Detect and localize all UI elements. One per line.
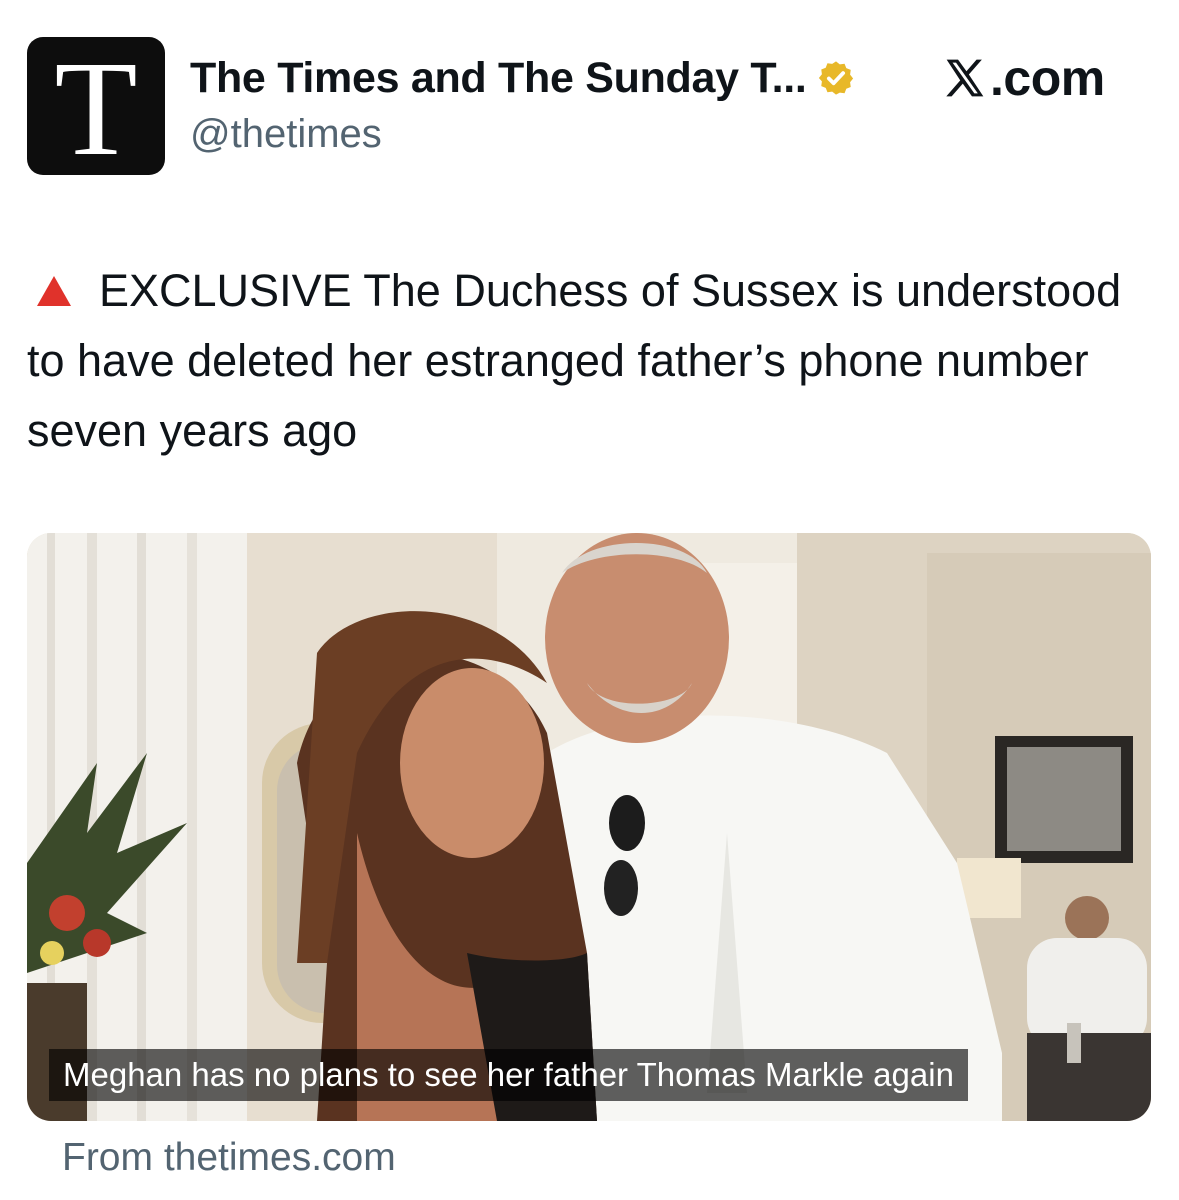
photo-scene <box>27 533 1151 1121</box>
avatar-letter: T <box>54 37 138 175</box>
x-com-label: .com <box>990 50 1105 106</box>
media-caption: Meghan has no plans to see her father Th… <box>49 1049 968 1101</box>
gold-verified-badge-icon <box>818 61 853 95</box>
account-name-row[interactable]: The Times and The Sunday T... <box>190 52 855 104</box>
x-logo-icon <box>946 59 984 97</box>
tweet-text: EXCLUSIVE The Duchess of Sussex is under… <box>27 256 1147 466</box>
account-display-name[interactable]: The Times and The Sunday T... <box>190 54 807 103</box>
link-source[interactable]: From thetimes.com <box>62 1136 396 1180</box>
tweet-media-photo[interactable]: Meghan has no plans to see her father Th… <box>27 533 1151 1121</box>
x-com-brand: .com <box>942 50 1105 106</box>
tweet-body: EXCLUSIVE The Duchess of Sussex is under… <box>27 265 1122 456</box>
account-avatar[interactable]: T <box>27 37 165 175</box>
red-triangle-icon <box>37 276 71 306</box>
account-handle[interactable]: @thetimes <box>190 112 382 157</box>
